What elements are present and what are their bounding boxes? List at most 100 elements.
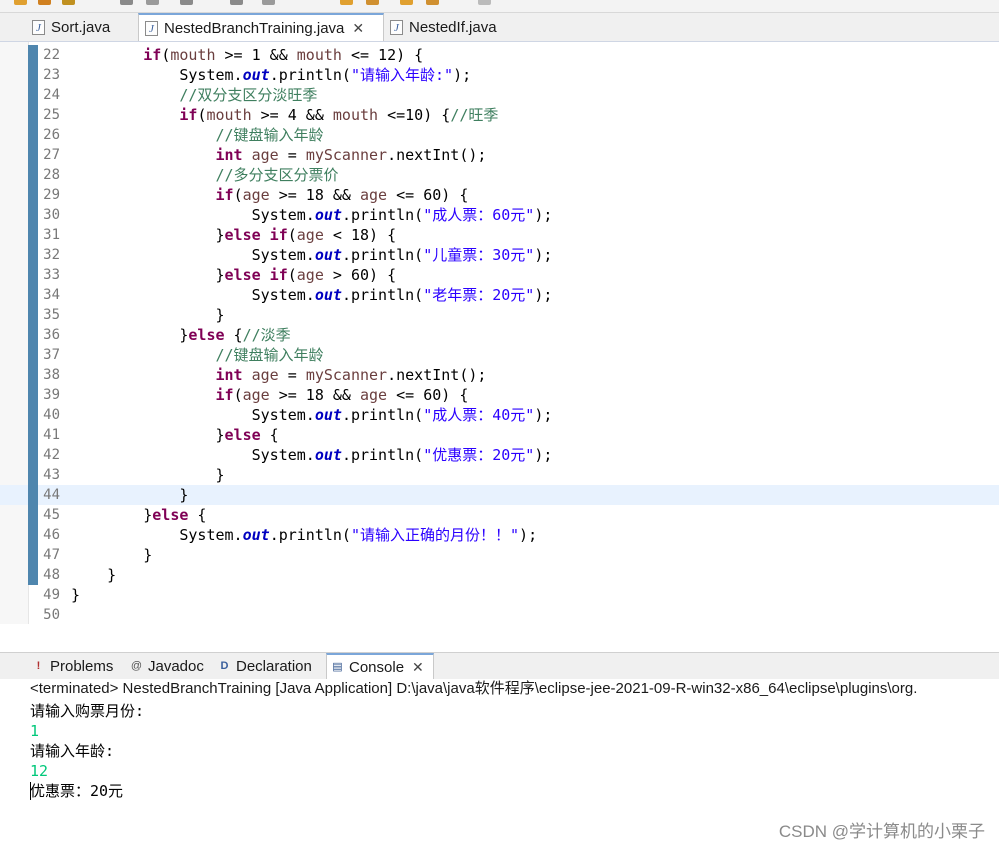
code-line[interactable]: 30 System.out.println("成人票：60元"); [0,205,999,225]
watermark: CSDN @学计算机的小栗子 [778,822,985,841]
code-line[interactable]: 27 int age = myScanner.nextInt(); [0,145,999,165]
code-line[interactable]: 46 System.out.println("请输入正确的月份！！"); [0,525,999,545]
code-line[interactable]: 40 System.out.println("成人票：40元"); [0,405,999,425]
toolbar-icon[interactable] [230,0,243,5]
toolbar-icon[interactable] [146,0,159,5]
code-line[interactable]: 42 System.out.println("优惠票：20元"); [0,445,999,465]
change-marker [28,45,38,65]
toolbar-icon[interactable] [478,0,491,5]
code-line[interactable]: 28 //多分支区分票价 [0,165,999,185]
code-text: int age = myScanner.nextInt(); [215,366,487,384]
close-icon[interactable]: ✕ [412,659,424,676]
code-text: //多分支区分票价 [215,166,339,184]
tab-problems[interactable]: ! Problems [28,653,124,680]
code-line[interactable]: 22 if(mouth >= 1 && mouth <= 12) { [0,45,999,65]
tab-nestedif-java[interactable]: J NestedIf.java [384,13,514,41]
code-line[interactable]: 33 }else if(age > 60) { [0,265,999,285]
code-text: }else {//淡季 [71,326,291,344]
line-number: 50 [43,607,60,623]
toolbar-icon[interactable] [400,0,413,5]
change-marker [28,125,38,145]
tab-console[interactable]: ▤ Console ✕ [326,653,434,680]
code-line[interactable]: 50 [0,605,999,625]
line-number: 43 [43,467,60,483]
code-line[interactable]: 23 System.out.println("请输入年龄:"); [0,65,999,85]
code-line[interactable]: 35 } [0,305,999,325]
line-number: 27 [43,147,60,163]
line-number: 31 [43,227,60,243]
line-number: 29 [43,187,60,203]
code-line[interactable]: 32 System.out.println("儿童票：30元"); [0,245,999,265]
code-text: //键盘输入年龄 [215,126,324,144]
code-text: } [71,486,189,504]
code-line[interactable]: 24 //双分支区分淡旺季 [0,85,999,105]
code-line[interactable]: 37 //键盘输入年龄 [0,345,999,365]
code-line[interactable]: 36 }else {//淡季 [0,325,999,345]
tab-label: Javadoc [148,658,204,675]
code-line[interactable]: 45 }else { [0,505,999,525]
line-number: 34 [43,287,60,303]
code-line[interactable]: 41 }else { [0,425,999,445]
code-text: System.out.println("儿童票：30元"); [71,246,553,264]
declaration-icon: D [220,660,229,672]
change-marker [28,165,38,185]
change-marker [28,445,38,465]
code-line[interactable]: 25 if(mouth >= 4 && mouth <=10) {//旺季 [0,105,999,125]
line-number: 23 [43,67,60,83]
code-line[interactable]: 47 } [0,545,999,565]
change-marker [28,565,38,585]
toolbar-icon[interactable] [340,0,353,5]
console-line: 请输入年龄: [30,742,115,760]
toolbar-icon[interactable] [120,0,133,5]
tab-nestedbranchtraining-java[interactable]: J NestedBranchTraining.java ✕ [138,13,384,41]
problems-icon: ! [36,660,41,672]
toolbar-icon[interactable] [14,0,27,5]
code-line[interactable]: 49} [0,585,999,605]
code-line[interactable]: 31 }else if(age < 18) { [0,225,999,245]
line-number: 25 [43,107,60,123]
toolbar-icon[interactable] [366,0,379,5]
code-line[interactable]: 26 //键盘输入年龄 [0,125,999,145]
change-marker [28,245,38,265]
toolbar-icon[interactable] [180,0,193,5]
code-line[interactable]: 43 } [0,465,999,485]
change-marker [28,265,38,285]
code-text: System.out.println("请输入正确的月份！！"); [71,526,538,544]
line-number: 36 [43,327,60,343]
code-text: } [71,306,225,324]
java-file-icon: J [145,20,158,36]
change-marker [28,525,38,545]
code-line[interactable]: 44 } [0,485,999,505]
toolbar-icon[interactable] [426,0,439,5]
line-number: 26 [43,127,60,143]
change-marker [28,105,38,125]
code-text: if(age >= 18 && age <= 60) { [215,386,469,404]
tab-label: NestedIf.java [409,18,497,36]
tab-sort-java[interactable]: J Sort.java [26,13,142,41]
console-input-line: 12 [30,762,49,780]
code-line[interactable]: 29 if(age >= 18 && age <= 60) { [0,185,999,205]
tab-label: NestedBranchTraining.java [164,19,345,37]
change-marker [28,225,38,245]
change-marker [28,385,38,405]
console-line: 优惠票：20元 [30,782,124,800]
console-icon: ▤ [332,661,343,673]
tab-declaration[interactable]: D Declaration [214,653,324,680]
code-text: }else if(age > 60) { [71,266,397,284]
code-text: } [71,466,225,484]
code-line[interactable]: 48 } [0,565,999,585]
change-marker [28,425,38,445]
close-icon[interactable]: ✕ [352,20,364,37]
code-line[interactable]: 34 System.out.println("老年票：20元"); [0,285,999,305]
change-marker [28,85,38,105]
editor-tab-bar: J Sort.java J NestedBranchTraining.java … [0,13,999,42]
toolbar-icon[interactable] [38,0,51,5]
code-text: System.out.println("成人票：60元"); [71,206,553,224]
code-line[interactable]: 39 if(age >= 18 && age <= 60) { [0,385,999,405]
change-marker [28,405,38,425]
toolbar-icon[interactable] [62,0,75,5]
code-line[interactable]: 38 int age = myScanner.nextInt(); [0,365,999,385]
tab-javadoc[interactable]: @ Javadoc [126,653,210,680]
toolbar-icon[interactable] [262,0,275,5]
code-editor[interactable]: 22 if(mouth >= 1 && mouth <= 12) {23 Sys… [0,42,999,646]
